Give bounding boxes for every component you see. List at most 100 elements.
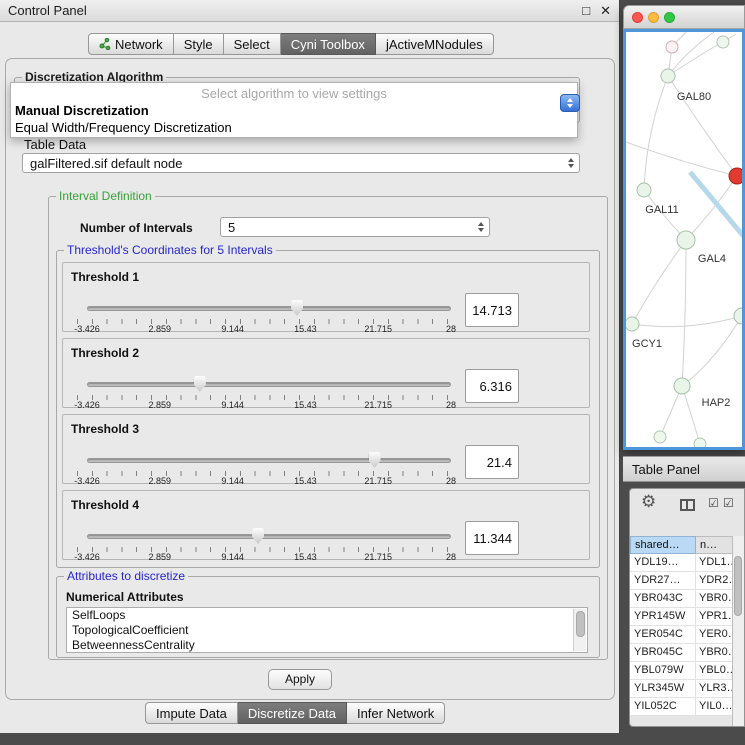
table-row[interactable]: YBL079W YBL0… [630,662,734,680]
tab-cyni-toolbox[interactable]: Cyni Toolbox [281,33,376,55]
numerical-attributes-list: SelfLoops TopologicalCoefficient Between… [66,607,588,653]
network-node[interactable] [734,308,742,324]
threshold-1-slider[interactable] [87,299,451,317]
slider-thumb[interactable] [252,528,264,544]
table-row[interactable]: YPR145W YPR1… [630,608,734,626]
threshold-3-value-field[interactable] [465,445,519,479]
network-node[interactable] [666,41,678,53]
network-node[interactable] [694,438,706,447]
cell-shared-name[interactable]: YIL052C [630,698,696,715]
stepper-up-icon [567,98,573,102]
slider-track[interactable] [87,306,451,311]
table-scrollbar[interactable] [732,536,744,726]
threshold-4-slider[interactable] [87,527,451,545]
table-row[interactable]: YLR345W YLR3… [630,680,734,698]
threshold-4-label: Threshold 4 [71,498,139,512]
cell-name[interactable]: YBL0… [696,662,734,679]
tab-network[interactable]: Network [88,33,174,55]
slider-scale-labels: -3.426 2.859 9.144 15.43 21.715 28 [87,552,451,561]
slider-thumb[interactable] [291,300,303,316]
cell-name[interactable]: YIL0… [696,698,734,715]
network-node-gal11[interactable] [637,183,651,197]
cell-name[interactable]: YBR0… [696,590,734,607]
table-row[interactable]: YIL052C YIL0… [630,698,734,716]
thresholds-group-title: Threshold's Coordinates for 5 Intervals [64,243,276,257]
apply-button[interactable]: Apply [268,669,332,690]
checkbox-icon[interactable]: ☑ [723,496,734,510]
gear-icon[interactable]: ⚙ [641,492,656,512]
node-label-gal80: GAL80 [677,91,711,103]
slider-track[interactable] [87,458,451,463]
tab-select[interactable]: Select [224,33,281,55]
cell-name[interactable]: YDL1… [696,554,734,571]
table-data-combobox[interactable]: galFiltered.sif default node [22,153,580,173]
slider-thumb[interactable] [369,452,381,468]
table-row[interactable]: YBR045C YBR0… [630,644,734,662]
tab-style[interactable]: Style [174,33,224,55]
cell-shared-name[interactable]: YDL19… [630,554,696,571]
slider-thumb[interactable] [194,376,206,392]
attribute-item-betweennesscentrality[interactable]: BetweennessCentrality [67,638,587,653]
network-node[interactable] [654,431,666,443]
attribute-item-topologicalcoefficient[interactable]: TopologicalCoefficient [67,623,587,638]
threshold-1-panel: Threshold 1 -3.426 2.859 9.144 15.43 21.… [62,262,590,332]
top-tab-bar: Network Style Select Cyni Toolbox jActiv… [88,33,494,55]
cell-name[interactable]: YPR1… [696,608,734,625]
network-node-gal80[interactable] [661,69,675,83]
cell-shared-name[interactable]: YLR345W [630,680,696,697]
tab-discretize-data[interactable]: Discretize Data [238,702,347,724]
slider-track[interactable] [87,534,451,539]
tab-infer-network[interactable]: Infer Network [347,702,445,724]
selected-red-node[interactable] [729,168,742,184]
cell-shared-name[interactable]: YER054C [630,626,696,643]
table-row[interactable]: YDL19… YDL1… [630,554,734,572]
threshold-2-label: Threshold 2 [71,346,139,360]
close-window-icon[interactable]: ✕ [600,1,611,21]
threshold-4-value-field[interactable] [465,521,519,555]
slider-scale-labels: -3.426 2.859 9.144 15.43 21.715 28 [87,400,451,409]
algorithm-option-manual-discretization[interactable]: Manual Discretization [15,103,149,118]
cell-shared-name[interactable]: YDR27… [630,572,696,589]
minimize-traffic-light[interactable] [648,12,659,23]
column-header-shared-name[interactable]: shared… [630,536,696,554]
cell-shared-name[interactable]: YBR043C [630,590,696,607]
cell-name[interactable]: YER0… [696,626,734,643]
cell-shared-name[interactable]: YBR045C [630,644,696,661]
cell-name[interactable]: YBR0… [696,644,734,661]
table-row[interactable]: YBR043C YBR0… [630,590,734,608]
scrollbar-thumb[interactable] [734,556,742,616]
tab-jactivemnodules[interactable]: jActiveMNodules [376,33,494,55]
tab-impute-data[interactable]: Impute Data [145,702,238,724]
slider-track[interactable] [87,382,451,387]
column-header-name[interactable]: n… [696,536,734,554]
algorithm-combo-stepper[interactable] [560,94,580,112]
scrollbar-thumb[interactable] [576,611,585,637]
cell-name[interactable]: YDR2… [696,572,734,589]
threshold-1-value-field[interactable] [465,293,519,327]
attributes-list-scrollbar[interactable] [573,609,586,651]
table-row[interactable]: YER054C YER0… [630,626,734,644]
threshold-2-value-field[interactable] [465,369,519,403]
threshold-3-slider[interactable] [87,451,451,469]
network-node-gcy1[interactable] [626,317,639,331]
columns-icon[interactable] [680,499,695,511]
algorithm-option-equal-width-frequency[interactable]: Equal Width/Frequency Discretization [15,120,232,135]
close-traffic-light[interactable] [632,12,643,23]
attribute-item-selfloops[interactable]: SelfLoops [67,608,587,623]
network-node-gal4[interactable] [677,231,695,249]
interval-definition-group-title: Interval Definition [56,189,155,203]
cell-shared-name[interactable]: YPR145W [630,608,696,625]
combo-stepper-icon[interactable] [478,222,484,232]
network-node[interactable] [717,36,729,48]
checkbox-icon[interactable]: ☑ [708,496,719,510]
threshold-2-slider[interactable] [87,375,451,393]
number-of-intervals-combobox[interactable]: 5 [220,217,490,237]
float-window-icon[interactable]: □ [582,1,590,21]
network-node-hap2[interactable] [674,378,690,394]
combo-stepper-icon[interactable] [568,158,574,168]
cell-name[interactable]: YLR3… [696,680,734,697]
network-canvas[interactable]: GAL80 GAL11 GAL4 GCY1 HAP2 [623,29,745,450]
table-row[interactable]: YDR27… YDR2… [630,572,734,590]
cell-shared-name[interactable]: YBL079W [630,662,696,679]
zoom-traffic-light[interactable] [664,12,675,23]
